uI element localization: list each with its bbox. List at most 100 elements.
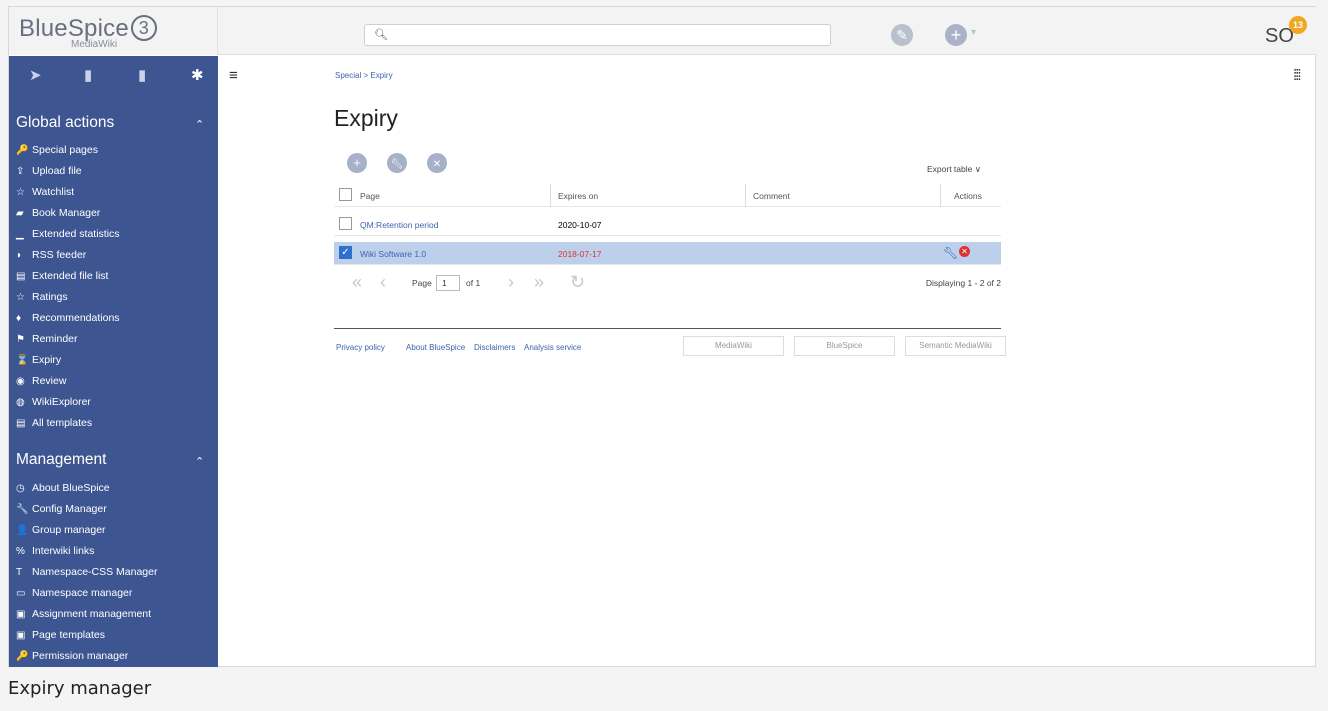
sidebar-item-icon: ▤ (16, 271, 26, 282)
column-header-comment[interactable]: Comment (753, 191, 790, 201)
sidebar-item[interactable]: 👤 Group manager (16, 524, 106, 536)
displaying-count: Displaying 1 - 2 of 2 (925, 278, 1001, 288)
footer: Privacy policy About BlueSpice Disclaime… (334, 328, 1006, 368)
sidebar-item[interactable]: ▰ Book Manager (16, 207, 100, 219)
sidebar-item[interactable]: ▤ Extended file list (16, 270, 108, 282)
sidebar-item[interactable]: ▁ Extended statistics (16, 228, 120, 240)
sidebar-item-icon: ◷ (16, 483, 25, 494)
row-checkbox[interactable]: ✓ (339, 246, 352, 259)
sidebar-item-icon: 🔑 (16, 651, 29, 662)
column-header-page[interactable]: Page (360, 191, 380, 201)
notification-badge[interactable]: 13 (1289, 16, 1307, 34)
refresh-button[interactable]: ↻ (570, 272, 585, 293)
delete-icon[interactable]: ✕ (959, 246, 970, 257)
management-heading[interactable]: Management (16, 451, 106, 469)
new-button[interactable]: + (945, 24, 967, 46)
sidebar-item-label: About BlueSpice (32, 482, 110, 494)
close-icon: ✕ (432, 159, 442, 170)
sidebar-item-icon: ◉ (16, 376, 25, 387)
clipboard-icon[interactable]: ▮ (138, 66, 146, 84)
sidebar-item-label: Reminder (32, 333, 78, 345)
sidebar-item[interactable]: ▣ Page templates (16, 629, 105, 641)
next-page-button[interactable]: › (508, 272, 514, 293)
chevron-up-icon[interactable]: ⌃ (195, 455, 204, 468)
sidebar-item[interactable]: ◍ WikiExplorer (16, 396, 91, 408)
export-table-button[interactable]: Export table ∨ (927, 164, 981, 175)
sidebar-item-icon: ▣ (16, 630, 26, 641)
edit-button[interactable]: ✎ (891, 24, 913, 46)
sidebar-item[interactable]: ☆ Ratings (16, 291, 68, 303)
search-input[interactable]: 🔍︎ (364, 24, 831, 46)
navigation-icon[interactable]: ➤ (29, 66, 42, 84)
sidebar-item-label: WikiExplorer (32, 396, 91, 408)
sidebar-item-label: All templates (32, 417, 93, 429)
sidebar-item-label: Assignment management (32, 608, 152, 620)
page-number-input[interactable]: 1 (436, 275, 460, 291)
table-row[interactable]: ✓ Wiki Software 1.0 2018-07-17 🔧︎ ✕ (334, 242, 1001, 265)
sidebar-item[interactable]: ◷ About BlueSpice (16, 482, 110, 494)
sidebar-item-label: Namespace manager (32, 587, 133, 599)
gear-icon[interactable]: ✱ (191, 66, 204, 84)
sidebar-item-label: Ratings (32, 291, 68, 303)
sidebar-item[interactable]: ☆ Watchlist (16, 186, 74, 198)
sidebar-item[interactable]: ▤ All templates (16, 417, 92, 429)
sidebar-item[interactable]: 🔑 Special pages (16, 144, 98, 156)
global-actions-heading[interactable]: Global actions (16, 114, 114, 132)
table-row[interactable]: QM:Retention period 2020-10-07 (334, 213, 1001, 236)
edit-button[interactable]: 🔧︎ (387, 153, 407, 173)
breadcrumb[interactable]: Special > Expiry (335, 71, 393, 80)
footer-link[interactable]: Disclaimers (474, 343, 515, 352)
sidebar-item[interactable]: ♦ Recommendations (16, 312, 120, 324)
footer-link[interactable]: About BlueSpice (406, 343, 465, 352)
sidebar-item-icon: 👤 (16, 525, 29, 536)
last-page-button[interactable]: » (534, 272, 544, 293)
caption: Expiry manager (8, 678, 152, 699)
footer-link[interactable]: Analysis service (524, 343, 581, 352)
book-icon[interactable]: ▮ (84, 66, 92, 84)
row-checkbox[interactable] (339, 217, 352, 230)
first-page-button[interactable]: « (352, 272, 362, 293)
sidebar-item[interactable]: 🔑 Permission manager (16, 650, 128, 662)
brand-sub: MediaWiki (71, 39, 118, 50)
sidebar-item-label: Watchlist (32, 186, 75, 198)
sidebar-item-label: Interwiki links (32, 545, 95, 557)
sidebar-item[interactable]: ⌛ Expiry (16, 354, 61, 366)
wrench-icon[interactable]: 🔧︎ (943, 246, 958, 260)
select-all-checkbox[interactable] (339, 188, 352, 201)
sidebar-item[interactable]: 🔧 Config Manager (16, 503, 107, 515)
plus-icon: + (950, 25, 962, 45)
sidebar-item-icon: ☆ (16, 292, 25, 303)
mediawiki-badge[interactable]: MediaWiki (683, 336, 784, 356)
brand-name: BlueSpice (19, 15, 129, 42)
prev-page-button[interactable]: ‹ (380, 272, 386, 293)
page-link[interactable]: QM:Retention period (360, 220, 438, 230)
sidebar-item-label: Extended statistics (32, 228, 120, 240)
apps-grid-icon[interactable]: ⁞⁞⁞ (1293, 67, 1301, 84)
page-link[interactable]: Wiki Software 1.0 (360, 249, 426, 259)
logo[interactable]: BlueSpice 3 MediaWiki (9, 7, 218, 55)
column-header-expires[interactable]: Expires on (558, 191, 598, 201)
sidebar-item-icon: 🔧 (16, 504, 29, 515)
delete-button[interactable]: ✕ (427, 153, 447, 173)
sidebar-item-label: Book Manager (32, 207, 101, 219)
brand-version: 3 (130, 15, 157, 41)
sidebar-item[interactable]: ▭ Namespace manager (16, 587, 132, 599)
sidebar-item[interactable]: % Interwiki links (16, 545, 94, 557)
semantic-mediawiki-badge[interactable]: Semantic MediaWiki (905, 336, 1006, 356)
chevron-up-icon[interactable]: ⌃ (195, 118, 204, 131)
menu-icon[interactable]: ≡ (229, 67, 238, 84)
sidebar-item[interactable]: ◉ Review (16, 375, 66, 387)
chevron-down-icon[interactable]: ▾ (971, 27, 976, 38)
top-bar: BlueSpice 3 MediaWiki 🔍︎ ✎ + ▾ SO 13 (9, 7, 1317, 55)
add-button[interactable]: + (347, 153, 367, 173)
sidebar-item[interactable]: ⚑ Reminder (16, 333, 78, 345)
sidebar-item[interactable]: T Namespace-CSS Manager (16, 566, 157, 578)
sidebar-item-icon: ◗ (16, 250, 23, 261)
sidebar-item-label: Permission manager (32, 650, 129, 662)
sidebar-item-icon: ⌛ (16, 355, 29, 366)
sidebar-item[interactable]: ▣ Assignment management (16, 608, 151, 620)
sidebar-item[interactable]: ⇪ Upload file (16, 165, 82, 177)
footer-link[interactable]: Privacy policy (336, 343, 385, 352)
bluespice-badge[interactable]: BlueSpice (794, 336, 895, 356)
sidebar-item[interactable]: ◗ RSS feeder (16, 249, 86, 261)
